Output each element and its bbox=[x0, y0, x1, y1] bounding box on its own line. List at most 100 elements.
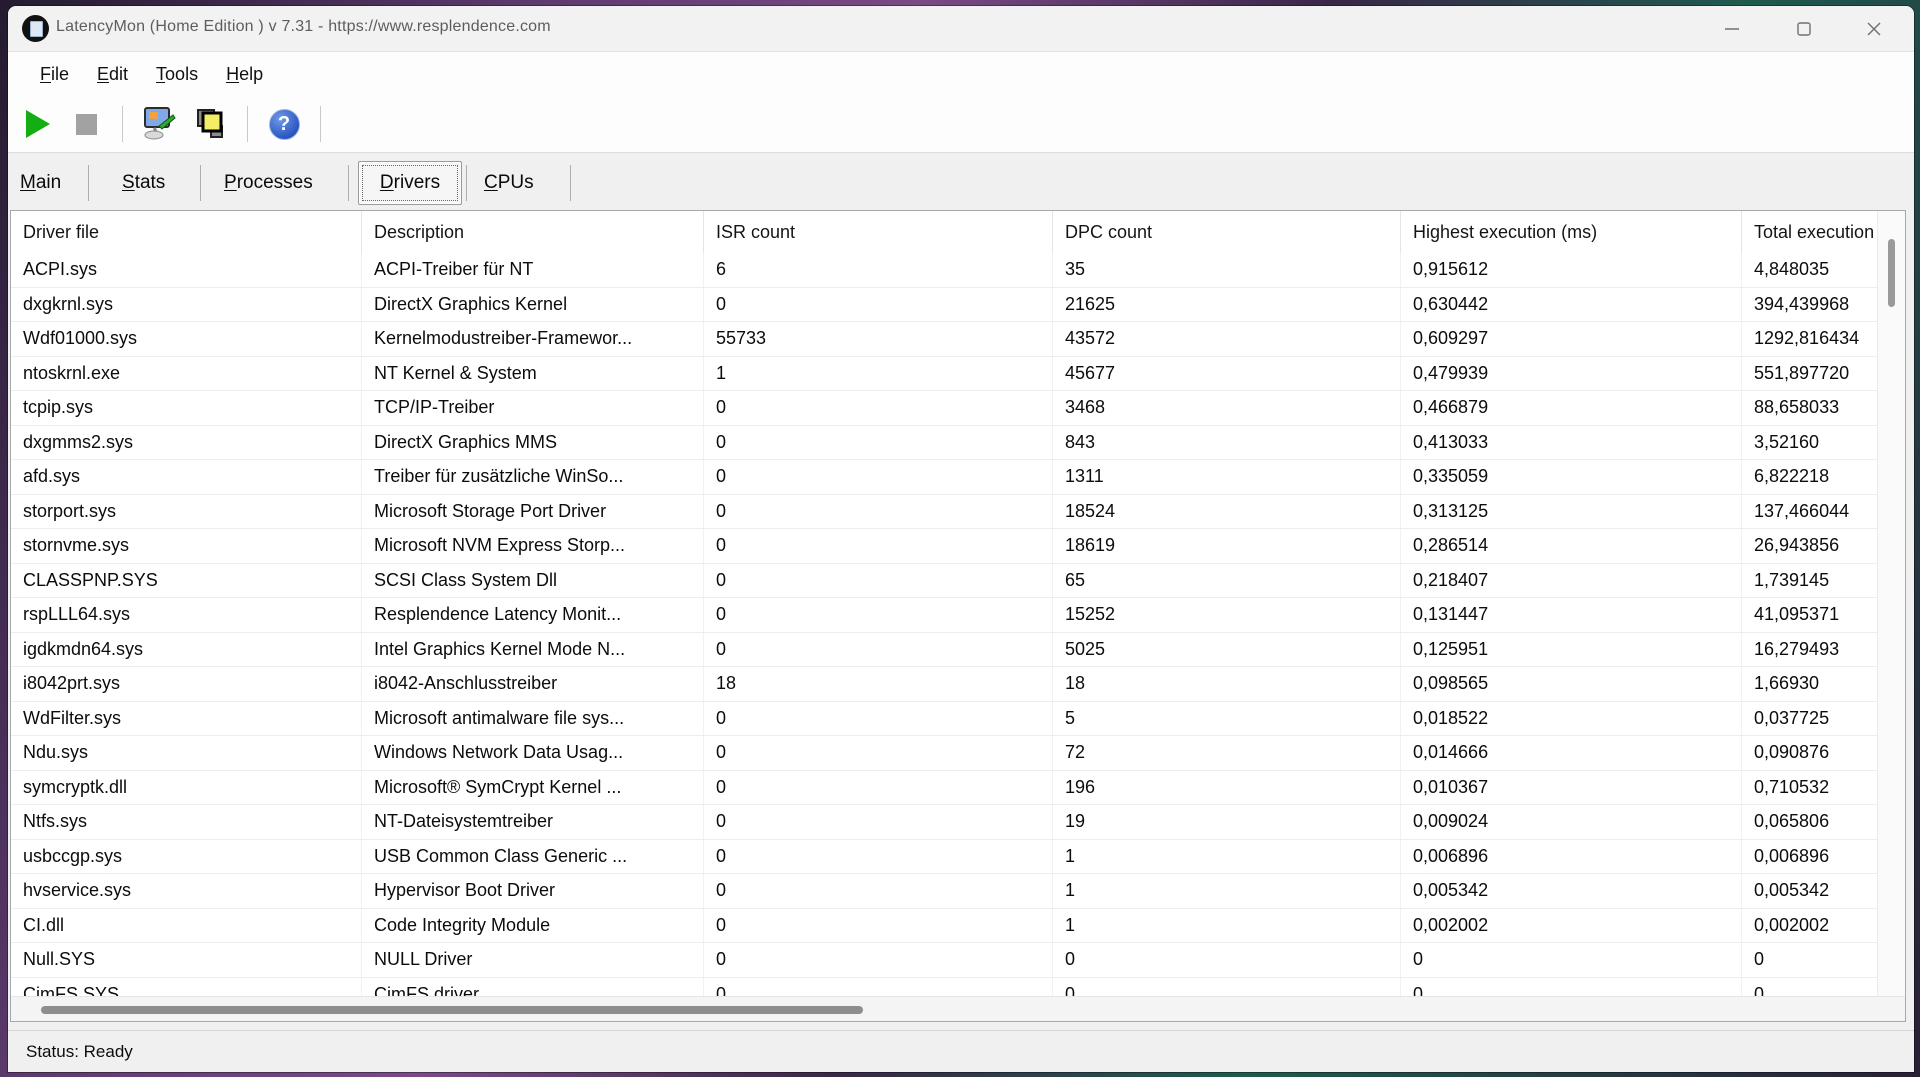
cell-dpc-count: 0 bbox=[1053, 978, 1401, 997]
cell-highest-execution: 0,335059 bbox=[1401, 460, 1742, 494]
cell-isr-count: 0 bbox=[704, 288, 1053, 322]
cell-dpc-count: 18619 bbox=[1053, 529, 1401, 563]
cell-dpc-count: 843 bbox=[1053, 426, 1401, 460]
cell-isr-count: 0 bbox=[704, 460, 1053, 494]
table-row[interactable]: Ntfs.sys NT-Dateisystemtreiber 0 19 0,00… bbox=[11, 805, 1877, 840]
cell-driver-file: dxgmms2.sys bbox=[11, 426, 362, 460]
cell-driver-file: CimFS.SYS bbox=[11, 978, 362, 997]
column-header-driver-file[interactable]: Driver file bbox=[11, 211, 362, 253]
cell-description: Kernelmodustreiber-Framewor... bbox=[362, 322, 704, 356]
horizontal-scrollbar[interactable] bbox=[11, 996, 1905, 1021]
table-row[interactable]: usbccgp.sys USB Common Class Generic ...… bbox=[11, 840, 1877, 875]
cell-dpc-count: 18524 bbox=[1053, 495, 1401, 529]
cell-description: CimFS driver bbox=[362, 978, 704, 997]
menu-file[interactable]: File bbox=[30, 60, 79, 89]
cell-highest-execution: 0,466879 bbox=[1401, 391, 1742, 425]
vertical-scrollbar[interactable] bbox=[1877, 211, 1905, 996]
cell-driver-file: Ntfs.sys bbox=[11, 805, 362, 839]
table-row[interactable]: tcpip.sys TCP/IP-Treiber 0 3468 0,466879… bbox=[11, 391, 1877, 426]
cell-total-execution: 137,466044 bbox=[1742, 495, 1877, 529]
latencymon-app-icon bbox=[22, 15, 49, 42]
table-row[interactable]: ntoskrnl.exe NT Kernel & System 1 45677 … bbox=[11, 357, 1877, 392]
tab-processes[interactable]: Processes bbox=[214, 161, 323, 205]
cell-total-execution: 394,439968 bbox=[1742, 288, 1877, 322]
table-row[interactable]: symcryptk.dll Microsoft® SymCrypt Kernel… bbox=[11, 771, 1877, 806]
stop-icon bbox=[76, 114, 97, 135]
cell-isr-count: 0 bbox=[704, 909, 1053, 943]
cell-isr-count: 0 bbox=[704, 805, 1053, 839]
cell-driver-file: Null.SYS bbox=[11, 943, 362, 977]
table-row[interactable]: afd.sys Treiber für zusätzliche WinSo...… bbox=[11, 460, 1877, 495]
cell-description: Microsoft® SymCrypt Kernel ... bbox=[362, 771, 704, 805]
menu-help[interactable]: Help bbox=[216, 60, 273, 89]
processes-window-button[interactable] bbox=[185, 101, 237, 147]
cell-highest-execution: 0,313125 bbox=[1401, 495, 1742, 529]
cell-total-execution: 3,52160 bbox=[1742, 426, 1877, 460]
cell-driver-file: afd.sys bbox=[11, 460, 362, 494]
table-row[interactable]: i8042prt.sys i8042-Anschlusstreiber 18 1… bbox=[11, 667, 1877, 702]
cell-dpc-count: 0 bbox=[1053, 943, 1401, 977]
table-row[interactable]: igdkmdn64.sys Intel Graphics Kernel Mode… bbox=[11, 633, 1877, 668]
table-row[interactable]: hvservice.sys Hypervisor Boot Driver 0 1… bbox=[11, 874, 1877, 909]
vertical-scrollbar-thumb[interactable] bbox=[1888, 239, 1895, 307]
cell-isr-count: 1 bbox=[704, 357, 1053, 391]
cell-total-execution: 0,037725 bbox=[1742, 702, 1877, 736]
help-button[interactable]: ? bbox=[258, 101, 310, 147]
cell-description: Intel Graphics Kernel Mode N... bbox=[362, 633, 704, 667]
cell-total-execution: 16,279493 bbox=[1742, 633, 1877, 667]
cell-dpc-count: 43572 bbox=[1053, 322, 1401, 356]
cell-description: Microsoft antimalware file sys... bbox=[362, 702, 704, 736]
table-row[interactable]: Wdf01000.sys Kernelmodustreiber-Framewor… bbox=[11, 322, 1877, 357]
cell-isr-count: 0 bbox=[704, 840, 1053, 874]
table-row[interactable]: storport.sys Microsoft Storage Port Driv… bbox=[11, 495, 1877, 530]
cell-driver-file: CLASSPNP.SYS bbox=[11, 564, 362, 598]
table-row[interactable]: CI.dll Code Integrity Module 0 1 0,00200… bbox=[11, 909, 1877, 944]
maximize-button[interactable] bbox=[1772, 6, 1836, 51]
stop-monitoring-button[interactable] bbox=[60, 101, 112, 147]
cell-dpc-count: 5025 bbox=[1053, 633, 1401, 667]
cell-driver-file: WdFilter.sys bbox=[11, 702, 362, 736]
table-row[interactable]: dxgmms2.sys DirectX Graphics MMS 0 843 0… bbox=[11, 426, 1877, 461]
cell-description: SCSI Class System Dll bbox=[362, 564, 704, 598]
column-header-highest-execution[interactable]: Highest execution (ms) bbox=[1401, 211, 1742, 253]
cell-isr-count: 18 bbox=[704, 667, 1053, 701]
horizontal-scrollbar-thumb[interactable] bbox=[41, 1006, 863, 1014]
screen-report-button[interactable] bbox=[133, 101, 185, 147]
table-row[interactable]: rspLLL64.sys Resplendence Latency Monit.… bbox=[11, 598, 1877, 633]
column-header-isr-count[interactable]: ISR count bbox=[704, 211, 1053, 253]
table-row[interactable]: Null.SYS NULL Driver 0 0 0 0 bbox=[11, 943, 1877, 978]
minimize-button[interactable] bbox=[1700, 6, 1764, 51]
cell-dpc-count: 1 bbox=[1053, 909, 1401, 943]
drivers-table: Driver file Description ISR count DPC co… bbox=[10, 210, 1906, 1022]
cell-description: DirectX Graphics MMS bbox=[362, 426, 704, 460]
menu-tools[interactable]: Tools bbox=[146, 60, 208, 89]
tab-drivers[interactable]: Drivers bbox=[358, 161, 462, 205]
table-rows: ACPI.sys ACPI-Treiber für NT 6 35 0,9156… bbox=[11, 253, 1877, 996]
tab-stats[interactable]: Stats bbox=[112, 161, 175, 205]
cell-highest-execution: 0,002002 bbox=[1401, 909, 1742, 943]
table-row[interactable]: ACPI.sys ACPI-Treiber für NT 6 35 0,9156… bbox=[11, 253, 1877, 288]
cell-total-execution: 0,005342 bbox=[1742, 874, 1877, 908]
cell-highest-execution: 0,006896 bbox=[1401, 840, 1742, 874]
table-row[interactable]: dxgkrnl.sys DirectX Graphics Kernel 0 21… bbox=[11, 288, 1877, 323]
table-row[interactable]: stornvme.sys Microsoft NVM Express Storp… bbox=[11, 529, 1877, 564]
tab-cpus[interactable]: CPUs bbox=[474, 161, 544, 205]
cell-dpc-count: 21625 bbox=[1053, 288, 1401, 322]
close-button[interactable] bbox=[1842, 6, 1906, 51]
menu-edit[interactable]: Edit bbox=[87, 60, 138, 89]
cell-description: NULL Driver bbox=[362, 943, 704, 977]
cell-isr-count: 0 bbox=[704, 943, 1053, 977]
tab-main[interactable]: Main bbox=[10, 161, 71, 205]
toolbar: ? bbox=[8, 96, 1914, 153]
table-row[interactable]: CimFS.SYS CimFS driver 0 0 0 0 bbox=[11, 978, 1877, 997]
cell-isr-count: 0 bbox=[704, 874, 1053, 908]
table-row[interactable]: WdFilter.sys Microsoft antimalware file … bbox=[11, 702, 1877, 737]
start-monitoring-button[interactable] bbox=[8, 101, 60, 147]
table-row[interactable]: CLASSPNP.SYS SCSI Class System Dll 0 65 … bbox=[11, 564, 1877, 599]
table-row[interactable]: Ndu.sys Windows Network Data Usag... 0 7… bbox=[11, 736, 1877, 771]
cell-total-execution: 0,002002 bbox=[1742, 909, 1877, 943]
column-header-description[interactable]: Description bbox=[362, 211, 704, 253]
help-icon: ? bbox=[269, 109, 300, 140]
cell-total-execution: 41,095371 bbox=[1742, 598, 1877, 632]
column-header-dpc-count[interactable]: DPC count bbox=[1053, 211, 1401, 253]
